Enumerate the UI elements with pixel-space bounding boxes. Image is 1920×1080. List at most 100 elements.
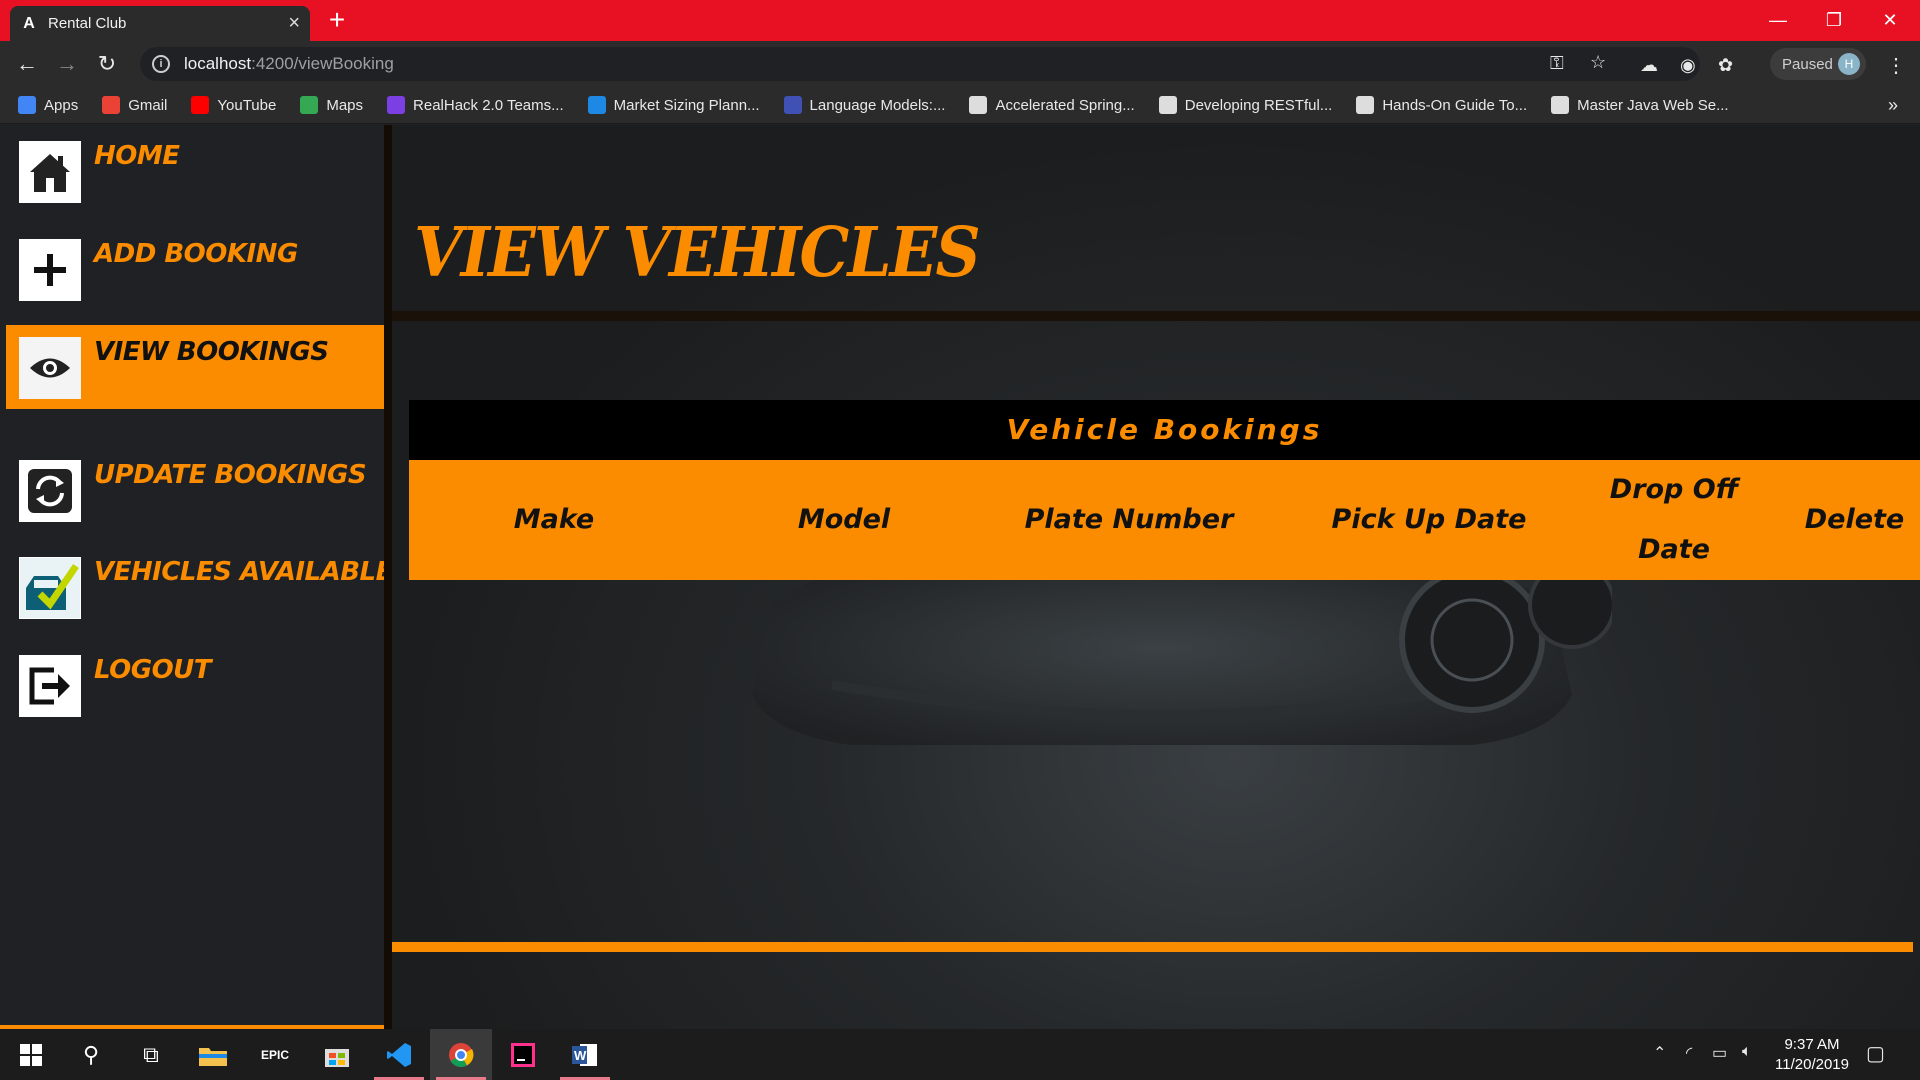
site-info-icon[interactable]: i xyxy=(152,55,170,73)
taskbar: ⚲ ⧉ EPIC W ⌃ ◜ ▭ 🔈︎ 9:37 AM 11/20/2019 ▢ xyxy=(0,1029,1920,1080)
title-divider xyxy=(392,311,1920,321)
bookmark-item[interactable]: Hands-On Guide To... xyxy=(1356,96,1527,114)
logout-icon xyxy=(19,655,81,717)
minimize-button[interactable]: — xyxy=(1750,0,1806,41)
bookmark-item[interactable]: Language Models:... xyxy=(783,96,946,114)
bookmark-item[interactable]: Market Sizing Plann... xyxy=(587,96,760,114)
browser-tab-strip: A Rental Club × + — ❐ ✕ xyxy=(0,0,1920,41)
sidebar: HOME ADD BOOKING VIEW BOOKINGS UPDATE BO… xyxy=(0,125,393,1029)
key-icon[interactable]: ⚿ xyxy=(1550,53,1564,74)
extension-circle-icon[interactable]: ◉ xyxy=(1680,55,1696,76)
url-path: :4200/viewBooking xyxy=(251,54,394,73)
column-header-make: Make xyxy=(513,504,595,535)
bookmark-label: Maps xyxy=(326,96,364,114)
bookmark-favicon-icon xyxy=(587,96,606,114)
browser-tab[interactable]: A Rental Club × xyxy=(10,6,310,41)
bookmark-item[interactable]: RealHack 2.0 Teams... xyxy=(387,96,564,114)
bookmark-favicon-icon xyxy=(969,96,988,114)
sidebar-item-add-booking[interactable]: ADD BOOKING xyxy=(6,223,384,307)
bookmark-label: YouTube xyxy=(217,96,277,114)
table-header-row: Make Model Plate Number Pick Up Date Dro… xyxy=(409,460,1920,580)
sidebar-divider xyxy=(384,125,392,1029)
bookmark-label: Gmail xyxy=(128,96,168,114)
windows-start-icon[interactable] xyxy=(0,1029,62,1080)
sidebar-item-vehicles-available[interactable]: VEHICLES AVAILABLE xyxy=(6,543,393,627)
forward-button[interactable]: → xyxy=(52,49,82,79)
bookmark-favicon-icon xyxy=(300,96,319,114)
bookmark-favicon-icon xyxy=(1356,96,1375,114)
bookmark-label: Language Models:... xyxy=(809,96,946,114)
plus-icon xyxy=(19,239,81,301)
vehicle-check-icon xyxy=(19,557,81,619)
file-explorer-icon[interactable] xyxy=(182,1029,244,1080)
extension-cloud-icon[interactable]: ☁ xyxy=(1640,55,1658,76)
bookmark-label: Master Java Web Se... xyxy=(1577,96,1729,114)
new-tab-button[interactable]: + xyxy=(322,6,352,36)
column-header-model: Model xyxy=(797,504,891,535)
store-icon[interactable] xyxy=(306,1029,368,1080)
extension-color-icon[interactable]: ✿ xyxy=(1718,55,1733,76)
table-caption: Vehicle Bookings xyxy=(409,400,1920,460)
profile-button[interactable]: Paused H xyxy=(1770,48,1866,80)
system-clock[interactable]: 9:37 AM 11/20/2019 xyxy=(1770,1035,1854,1075)
back-button[interactable]: ← xyxy=(12,49,42,79)
sidebar-item-label: VEHICLES AVAILABLE xyxy=(94,557,393,587)
star-icon[interactable]: ☆ xyxy=(1590,52,1606,73)
bookmark-favicon-icon xyxy=(191,96,210,114)
bookmark-item[interactable]: Maps xyxy=(300,96,363,114)
address-bar[interactable]: i localhost:4200/viewBooking ⚿ ☆ xyxy=(140,47,1700,81)
sidebar-item-logout[interactable]: LOGOUT xyxy=(6,641,384,725)
home-icon xyxy=(19,141,81,203)
bookmark-favicon-icon xyxy=(1551,96,1570,114)
vscode-icon[interactable] xyxy=(368,1029,430,1080)
bookmark-label: Hands-On Guide To... xyxy=(1382,96,1528,114)
battery-icon[interactable]: ▭ xyxy=(1712,1043,1727,1063)
volume-icon[interactable]: 🔈︎ xyxy=(1742,1043,1752,1061)
network-icon[interactable]: ◜ xyxy=(1686,1043,1692,1063)
reload-button[interactable]: ↻ xyxy=(92,49,122,79)
sidebar-item-label: LOGOUT xyxy=(94,655,212,685)
search-icon[interactable]: ⚲ xyxy=(60,1029,122,1080)
main-content: View Vehicles Vehicle Bookings Make Mode… xyxy=(392,125,1920,1029)
clock-date: 11/20/2019 xyxy=(1775,1056,1849,1073)
intellij-icon[interactable] xyxy=(492,1029,554,1080)
svg-text:W: W xyxy=(574,1048,587,1063)
footer-accent-bar xyxy=(392,942,1913,952)
restore-button[interactable]: ❐ xyxy=(1806,0,1862,41)
bookmark-item[interactable]: Apps xyxy=(18,96,78,114)
page-title: View Vehicles xyxy=(414,213,981,293)
close-window-button[interactable]: ✕ xyxy=(1862,0,1918,41)
sidebar-item-label: UPDATE BOOKINGS xyxy=(94,460,367,490)
bookmark-item[interactable]: Master Java Web Se... xyxy=(1551,96,1729,114)
eye-icon xyxy=(19,337,81,399)
browser-menu-icon[interactable]: ⋮ xyxy=(1886,53,1906,78)
profile-status: Paused xyxy=(1782,55,1833,73)
bookmarks-overflow-icon[interactable]: » xyxy=(1888,95,1898,116)
chrome-icon[interactable] xyxy=(430,1029,492,1080)
sidebar-item-view-bookings[interactable]: VIEW BOOKINGS xyxy=(6,325,384,409)
refresh-icon xyxy=(19,460,81,522)
close-tab-icon[interactable]: × xyxy=(288,12,300,35)
task-view-icon[interactable]: ⧉ xyxy=(120,1029,182,1080)
avatar: H xyxy=(1838,53,1860,75)
word-icon[interactable]: W xyxy=(554,1029,616,1080)
bookmark-favicon-icon xyxy=(783,96,802,114)
column-header-pick-up-date: Pick Up Date xyxy=(1331,504,1527,535)
sidebar-item-label: ADD BOOKING xyxy=(94,239,298,269)
bookmark-item[interactable]: Gmail xyxy=(102,96,167,114)
tab-title: Rental Club xyxy=(48,15,127,32)
bookmark-favicon-icon xyxy=(18,96,36,114)
bookmark-favicon-icon xyxy=(1158,96,1177,114)
notifications-icon[interactable]: ▢ xyxy=(1866,1041,1885,1066)
bookmark-label: RealHack 2.0 Teams... xyxy=(413,96,564,114)
sidebar-item-home[interactable]: HOME xyxy=(6,125,384,209)
column-header-plate-number: Plate Number xyxy=(1024,504,1234,535)
bookmark-item[interactable]: Accelerated Spring... xyxy=(969,96,1135,114)
epic-games-icon[interactable]: EPIC xyxy=(244,1029,306,1080)
bookmark-item[interactable]: Developing RESTful... xyxy=(1158,96,1332,114)
sidebar-item-update-bookings[interactable]: UPDATE BOOKINGS xyxy=(6,445,384,529)
bookmark-item[interactable]: YouTube xyxy=(191,96,276,114)
chevron-up-icon[interactable]: ⌃ xyxy=(1653,1043,1666,1063)
column-header-drop-off-date: Drop Off Date xyxy=(1609,474,1739,565)
sidebar-item-label: HOME xyxy=(94,141,180,171)
